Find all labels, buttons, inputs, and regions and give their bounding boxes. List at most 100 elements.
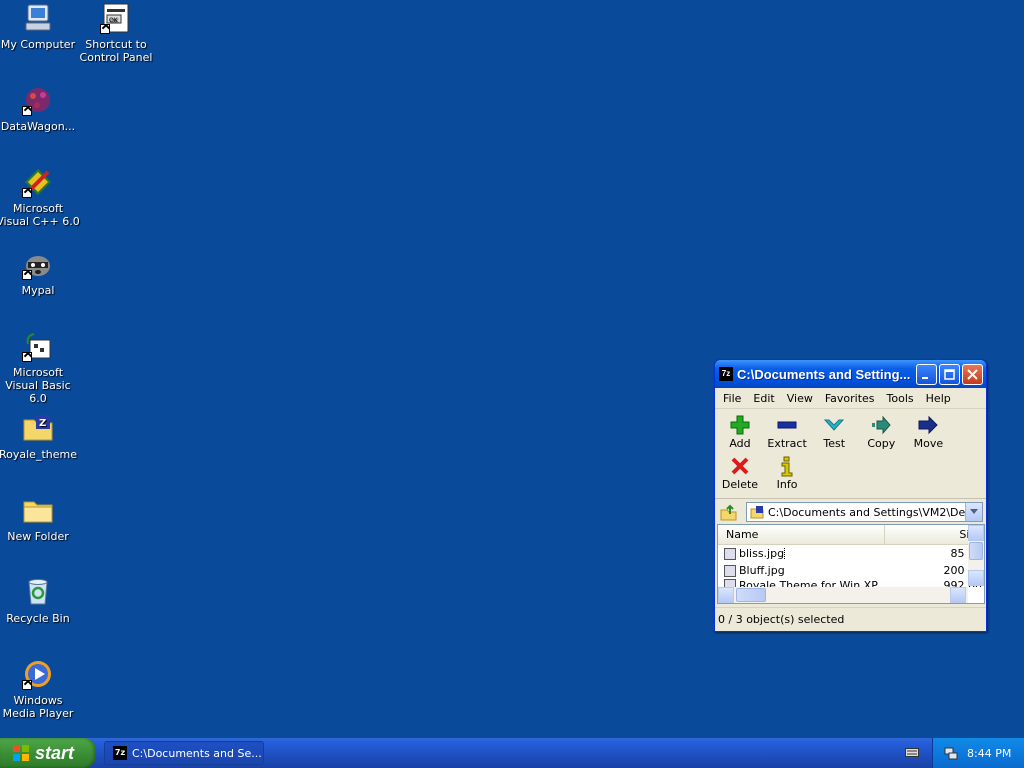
shortcut-arrow-icon [22, 270, 32, 280]
delete-label: Delete [721, 478, 759, 491]
scroll-left-button[interactable] [718, 587, 734, 603]
recycle-bin-icon [22, 576, 54, 608]
windows-flag-icon [13, 745, 29, 761]
menu-favorites[interactable]: Favorites [819, 392, 881, 405]
scroll-right-button[interactable] [950, 587, 966, 603]
desktop-icon-label: My Computer [0, 38, 76, 51]
desktop-icon-media-player[interactable]: Windows Media Player [0, 658, 80, 720]
copy-label: Copy [867, 437, 896, 450]
copy-icon [872, 415, 891, 435]
extract-button[interactable]: Extract [766, 411, 808, 450]
folder-up-icon[interactable] [718, 502, 738, 522]
desktop-icon-label: New Folder [7, 530, 69, 543]
delete-icon [731, 457, 749, 475]
clock[interactable]: 8:44 PM [967, 747, 1011, 760]
info-button[interactable]: Info [766, 452, 808, 491]
horizontal-scrollbar[interactable] [718, 587, 968, 603]
menu-view[interactable]: View [781, 392, 819, 405]
extract-label: Extract [767, 437, 807, 450]
copy-button[interactable]: Copy [860, 411, 902, 450]
scroll-up-button[interactable] [968, 525, 984, 541]
shortcut-arrow-icon [22, 188, 32, 198]
control-panel-icon: OK [100, 2, 132, 34]
my-computer-icon [22, 2, 54, 34]
system-tray: 8:44 PM [932, 738, 1024, 768]
test-button[interactable]: Test [813, 411, 855, 450]
desktop-icon-royale-theme[interactable]: Z Royale_theme [0, 412, 80, 461]
vertical-scroll-thumb[interactable] [969, 542, 983, 560]
menu-file[interactable]: File [717, 392, 747, 405]
vertical-scrollbar[interactable] [968, 525, 984, 586]
shortcut-arrow-icon [22, 352, 32, 362]
sevenzip-app-icon: 7z [719, 367, 733, 381]
test-label: Test [823, 437, 846, 450]
info-icon [781, 456, 793, 477]
add-button[interactable]: Add [719, 411, 761, 450]
address-dropdown-button[interactable] [965, 503, 982, 521]
svg-text:Z: Z [39, 418, 46, 429]
visual-cpp-icon [22, 166, 54, 198]
desktop-icon-visual-basic[interactable]: Microsoft Visual Basic 6.0 [0, 330, 80, 405]
add-label: Add [729, 437, 751, 450]
file-name: bliss.jpg [739, 547, 919, 560]
maximize-icon [944, 368, 955, 380]
maximize-button[interactable] [939, 363, 960, 385]
move-icon [918, 415, 939, 435]
menu-edit[interactable]: Edit [747, 392, 780, 405]
window-titlebar[interactable]: 7z C:\Documents and Setting... [715, 360, 986, 388]
window-title: C:\Documents and Setting... [737, 366, 911, 382]
info-label: Info [776, 478, 798, 491]
start-button[interactable]: start [0, 738, 96, 768]
desktop-icon-recycle-bin[interactable]: Recycle Bin [0, 576, 80, 625]
image-file-icon [724, 547, 736, 560]
start-label: start [35, 742, 75, 763]
address-combobox[interactable]: C:\Documents and Settings\VM2\Desktop\ [746, 502, 983, 522]
file-row[interactable]: Bluff.jpg 200 27 [718, 562, 984, 579]
file-row[interactable]: Royale Theme for Win XP 992 60 [718, 579, 984, 587]
desktop-icon-datawagon[interactable]: DataWagon... [0, 84, 80, 133]
list-header: Name Size [718, 525, 984, 545]
desktop-icon-label: Mypal [21, 284, 55, 297]
toolbar: Add Extract Test Copy Move Delete Info [715, 409, 986, 499]
desktop-icon-my-computer[interactable]: My Computer [0, 2, 80, 51]
desktop-icon-label: Microsoft Visual Basic 6.0 [5, 366, 71, 405]
scroll-down-button[interactable] [968, 570, 984, 586]
desktop-icon-new-folder[interactable]: New Folder [0, 494, 80, 543]
column-name-header[interactable]: Name [718, 525, 885, 544]
shortcut-arrow-icon [100, 24, 110, 34]
menu-tools[interactable]: Tools [881, 392, 920, 405]
delete-button[interactable]: Delete [719, 452, 761, 491]
zip-folder-icon: Z [22, 412, 54, 444]
keyboard-icon[interactable] [905, 746, 919, 758]
desktop-icon-label: DataWagon... [0, 120, 76, 133]
status-bar: 0 / 3 object(s) selected [715, 607, 986, 631]
sevenzip-window: 7z C:\Documents and Setting... File Edit… [714, 359, 987, 632]
file-name: Royale Theme for Win XP [739, 579, 878, 587]
move-button[interactable]: Move [907, 411, 949, 450]
desktop-icon-visual-cpp[interactable]: Microsoft Visual C++ 6.0 [0, 166, 80, 228]
svg-text:OK: OK [109, 17, 119, 24]
network-icon[interactable] [943, 745, 959, 761]
taskbar-item-sevenzip[interactable]: 7z C:\Documents and Se... [104, 741, 264, 765]
test-icon [824, 419, 845, 431]
minimize-icon [922, 376, 928, 379]
file-list[interactable]: Name Size bliss.jpg 85 80 Bluff.jpg 200 … [717, 524, 985, 604]
taskbar: start 7z C:\Documents and Se... 8:44 PM [0, 738, 1024, 768]
status-text: 0 / 3 object(s) selected [718, 613, 845, 626]
address-path: C:\Documents and Settings\VM2\Desktop\ [768, 505, 965, 519]
desktop-icon-control-panel[interactable]: OK Shortcut to Control Panel [74, 2, 158, 64]
file-name: Bluff.jpg [739, 564, 785, 577]
desktop-icon-mypal[interactable]: Mypal [0, 248, 80, 297]
minimize-button[interactable] [916, 363, 937, 385]
folder-icon [22, 494, 54, 526]
visual-basic-icon [22, 330, 54, 362]
desktop-icon-label: Microsoft Visual C++ 6.0 [0, 202, 80, 228]
menu-help[interactable]: Help [920, 392, 957, 405]
file-row[interactable]: bliss.jpg 85 80 [718, 545, 984, 562]
desktop-icon-label: Royale_theme [0, 448, 77, 461]
horizontal-scroll-thumb[interactable] [736, 588, 766, 602]
media-player-icon [22, 658, 54, 690]
close-button[interactable] [962, 363, 983, 385]
shortcut-arrow-icon [22, 106, 32, 116]
add-icon [730, 415, 750, 435]
